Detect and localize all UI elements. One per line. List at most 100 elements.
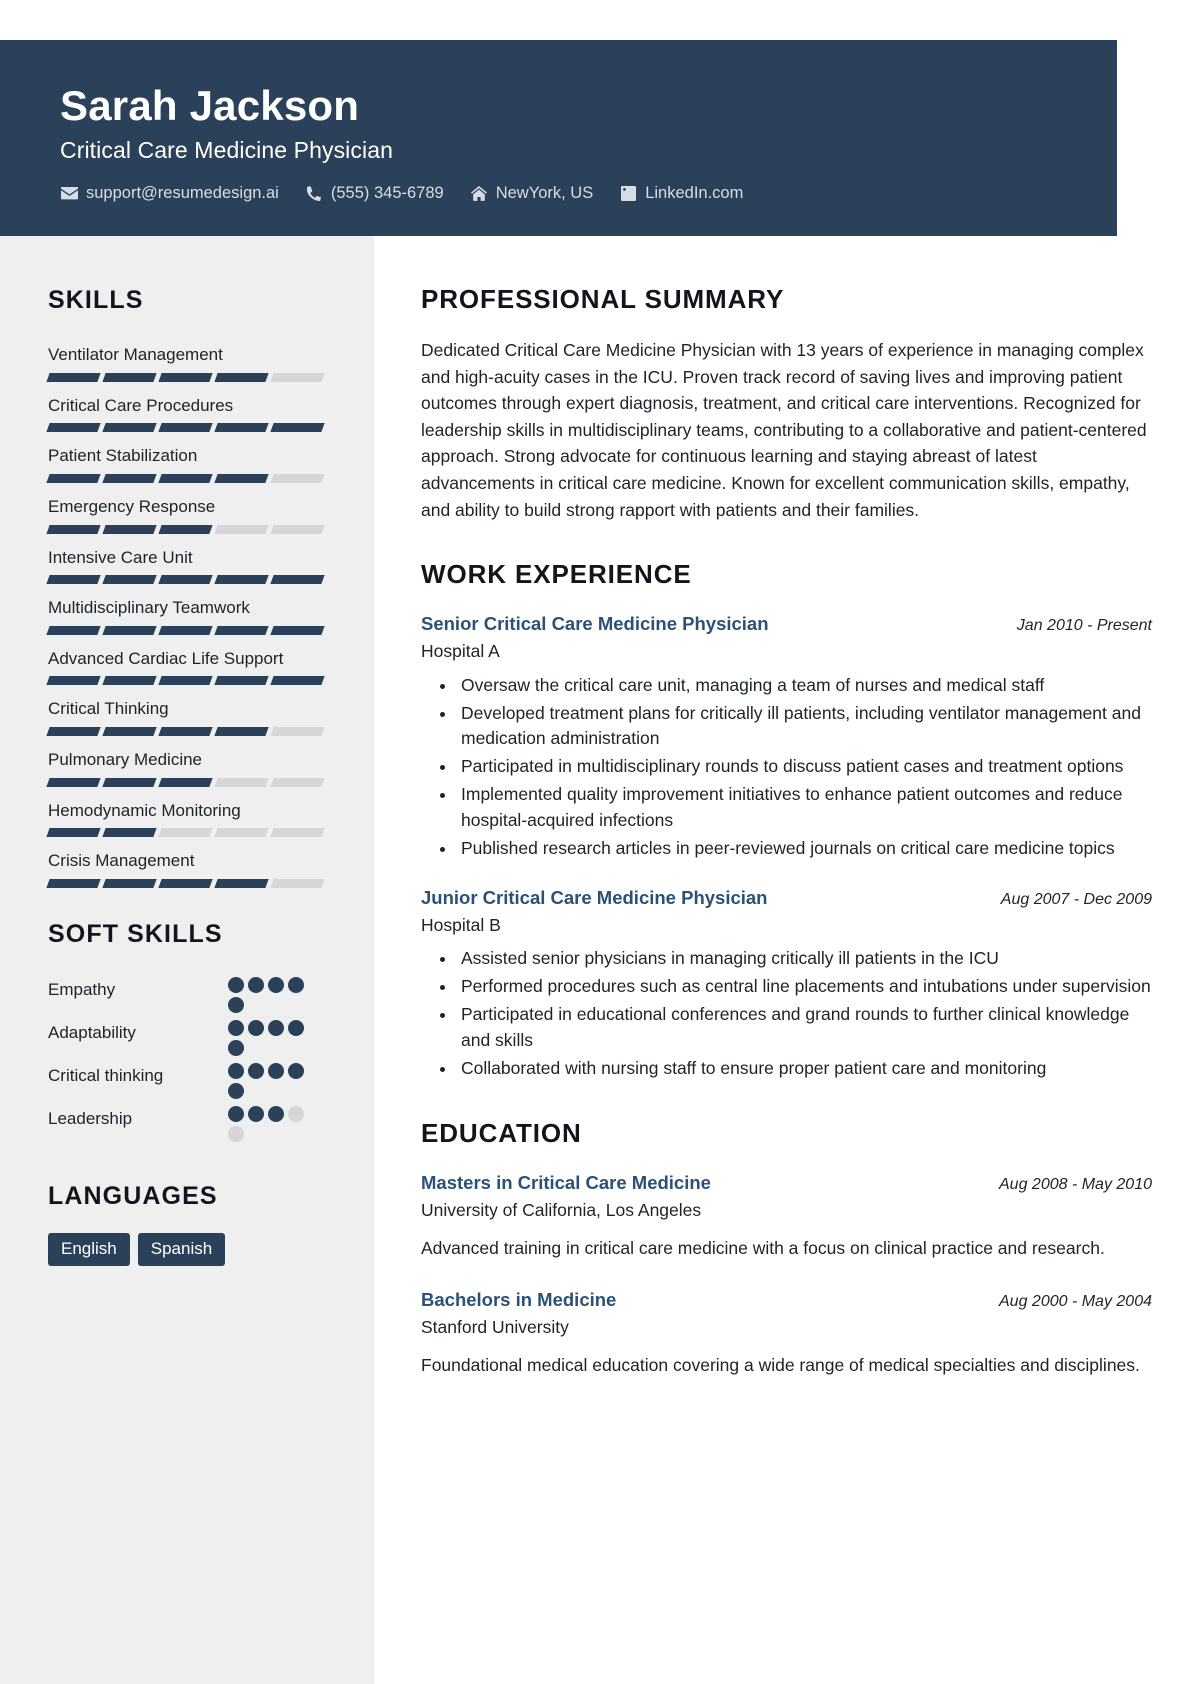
skill-item: Pulmonary Medicine [46,748,332,787]
soft-skill-rating [228,1106,304,1143]
soft-skill-item: Leadership [48,1106,332,1143]
skill-label: Multidisciplinary Teamwork [48,598,250,618]
rating-dot [228,1040,244,1057]
language-badge: English [48,1233,130,1267]
rating-dot [268,977,284,994]
contact-item-phone[interactable]: (555) 345-6789 [305,184,444,203]
skill-item: Multidisciplinary Teamwork [46,596,332,635]
contact-item-home[interactable]: NewYork, US [470,184,594,203]
linkedin-icon [619,186,637,202]
skill-bar-segment [102,676,157,686]
skill-bar-segment [46,828,101,838]
skill-label: Intensive Care Unit [48,547,193,567]
skill-bar-segment [214,777,269,787]
bullet-item: Developed treatment plans for critically… [457,701,1152,753]
summary-heading: PROFESSIONAL SUMMARY [421,284,785,314]
soft-skill-item: Empathy [48,977,332,1014]
skill-label: Patient Stabilization [48,446,198,466]
skill-bar-segment [158,372,213,382]
rating-dot [268,1063,284,1080]
skill-bar-segment [214,828,269,838]
skill-bar-segment [158,828,213,838]
rating-dot [288,1106,304,1123]
soft-skill-item: Critical thinking [48,1063,332,1100]
resume-page: Sarah Jackson Critical Care Medicine Phy… [0,0,1200,1684]
skill-level-bar [46,524,332,534]
soft-skill-rating [228,977,304,1014]
rating-dot [248,1063,264,1080]
skill-bar-segment [270,676,325,686]
rating-dot [228,1083,244,1100]
skill-bar-segment [158,524,213,534]
skill-level-bar [46,473,332,483]
skills-list: Ventilator Management Critical Care Proce… [46,343,332,889]
skill-bar-segment [102,575,157,585]
skill-label: Hemodynamic Monitoring [48,800,241,820]
rating-dot [288,1020,304,1037]
soft-skill-label: Empathy [48,980,116,1000]
work-entry: Junior Critical Care Medicine Physician A… [421,886,1152,1082]
bullet-item: Participated in multidisciplinary rounds… [457,754,1152,780]
contact-text: LinkedIn.com [645,184,744,203]
language-badge: Spanish [137,1233,226,1267]
contact-text: (555) 345-6789 [330,184,444,203]
skill-bar-segment [214,423,269,433]
job-title: Critical Care Medicine Physician [60,137,393,164]
rating-dot [228,977,244,994]
skill-bar-segment [46,879,101,889]
skill-item: Patient Stabilization [46,444,332,483]
skill-bar-segment [46,423,101,433]
skill-level-bar [46,676,332,686]
skill-bar-segment [102,828,157,838]
skill-bar-segment [46,727,101,737]
skill-bar-segment [102,423,157,433]
skill-bar-segment [102,777,157,787]
rating-dot [248,1106,264,1123]
bullet-item: Assisted senior physicians in managing c… [457,946,1152,972]
skill-bar-segment [46,777,101,787]
skill-item: Crisis Management [46,849,332,889]
education-entry-title: Bachelors in Medicine [421,1288,617,1310]
skill-bar-segment [270,777,325,787]
bullet-item: Participated in educational conferences … [457,1002,1152,1054]
skill-item: Advanced Cardiac Life Support [46,647,332,686]
work-entry: Senior Critical Care Medicine Physician J… [421,612,1152,862]
skill-level-bar [46,423,332,433]
skill-bar-segment [102,473,157,483]
rating-dot [268,1106,284,1123]
education-entry-description: Foundational medical education covering … [421,1355,1140,1376]
rating-dot [228,1126,244,1143]
contact-item-envelope[interactable]: support@resumedesign.ai [60,184,279,203]
skill-bar-segment [270,372,325,382]
skills-heading: SKILLS [48,286,144,314]
soft-skill-label: Adaptability [48,1023,136,1043]
rating-dot [228,1020,244,1037]
contact-item-linkedin[interactable]: LinkedIn.com [619,184,743,203]
skill-bar-segment [46,575,101,585]
bullet-item: Implemented quality improvement initiati… [457,782,1152,834]
education-entry-date: Aug 2008 - May 2010 [999,1175,1152,1193]
contact-text: NewYork, US [495,184,594,203]
rating-dot [228,997,244,1014]
bullet-item: Oversaw the critical care unit, managing… [457,673,1152,699]
skill-bar-segment [158,423,213,433]
skill-item: Critical Thinking [46,697,332,737]
skill-item: Emergency Response [46,495,332,534]
contact-text: support@resumedesign.ai [86,184,279,203]
skill-label: Ventilator Management [48,345,223,364]
skill-level-bar [46,727,332,737]
skill-item: Hemodynamic Monitoring [46,799,332,838]
page-title: Sarah Jackson [60,82,360,129]
skill-bar-segment [158,676,213,686]
skill-bar-segment [214,473,269,483]
skill-bar-segment [102,625,157,635]
education-entry-header: Bachelors in Medicine Aug 2000 - May 2004 [421,1288,1152,1312]
skill-level-bar [46,777,332,787]
bullet-item: Collaborated with nursing staff to ensur… [457,1056,1152,1082]
skill-label: Critical Thinking [48,699,169,719]
skill-level-bar [46,575,332,585]
skill-bar-segment [214,372,269,382]
bullet-item: Performed procedures such as central lin… [457,974,1152,1000]
work-entry-bullets: Oversaw the critical care unit, managing… [421,673,1152,862]
skill-bar-segment [102,727,157,737]
